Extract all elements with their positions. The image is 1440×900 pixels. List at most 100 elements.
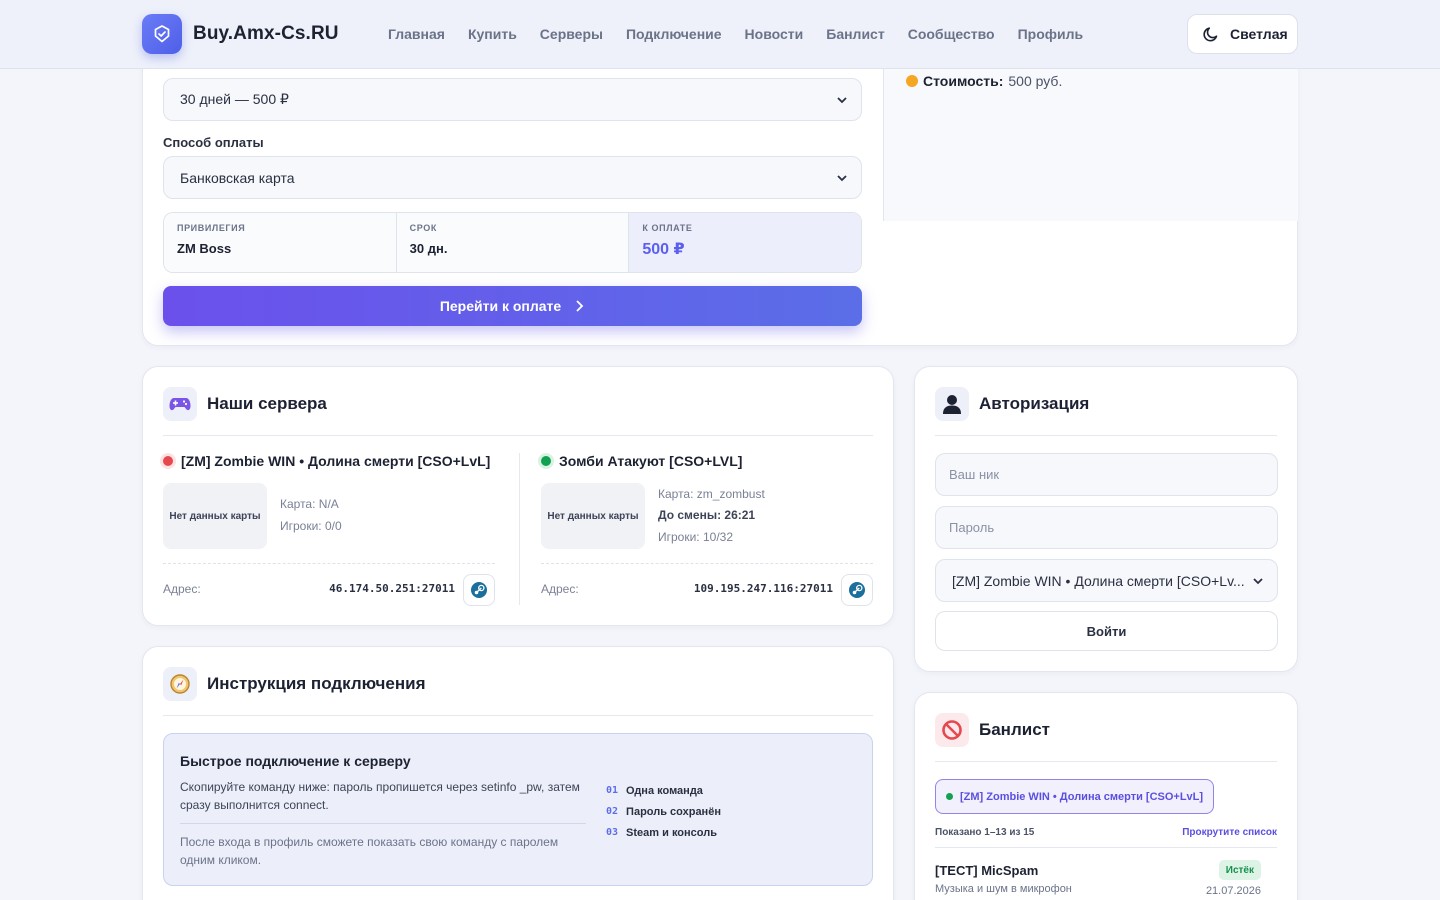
ban-player-name: [TECT] MicSpam <box>935 863 1039 878</box>
step-label: Steam и консоль <box>626 826 717 839</box>
server-address[interactable]: 46.174.50.251:27011 <box>329 582 455 595</box>
summary-term: СРОК 30 дн. <box>396 213 630 272</box>
server-change-timer: До смены: 26:21 <box>658 508 756 522</box>
password-input[interactable]: Пароль <box>935 506 1278 549</box>
divider <box>935 435 1277 436</box>
summary-term-value: 30 дн. <box>409 241 448 256</box>
nav-servers[interactable]: Серверы <box>540 26 603 42</box>
banlist-count: Показано 1–13 из 15 <box>935 827 1035 838</box>
nav-banlist[interactable]: Банлист <box>826 26 884 42</box>
divider <box>163 563 495 564</box>
login-button[interactable]: Войти <box>935 611 1278 651</box>
nav-community[interactable]: Сообщество <box>908 26 995 42</box>
status-offline-dot <box>163 456 173 466</box>
status-online-dot <box>541 456 551 466</box>
theme-toggle-button[interactable]: Светлая <box>1187 14 1298 54</box>
banlist-card-header: Банлист <box>935 713 1050 747</box>
map-preview: Нет данных карты <box>541 483 645 549</box>
divider <box>180 823 586 824</box>
summary-privilege-key: ПРИВИЛЕГИЯ <box>177 223 246 233</box>
steam-connect-button[interactable] <box>841 574 873 606</box>
ban-reason: Музыка и шум в микрофон <box>935 883 1072 895</box>
prohibited-icon <box>935 713 969 747</box>
coin-icon <box>906 75 918 87</box>
step-label: Одна команда <box>626 784 703 797</box>
servers-title: Наши сервера <box>207 394 327 413</box>
summary-total-value: 500 ₽ <box>642 241 685 258</box>
cost-line: Стоимость: 500 руб. <box>906 73 1062 89</box>
ban-status-badge: Истёк <box>1218 860 1261 880</box>
steam-connect-button[interactable] <box>463 574 495 606</box>
nav-home[interactable]: Главная <box>388 26 445 42</box>
nav-profile[interactable]: Профиль <box>1018 26 1084 42</box>
nickname-placeholder: Ваш ник <box>949 467 1000 482</box>
divider <box>163 435 873 436</box>
ban-date: 21.07.2026 <box>1205 885 1261 897</box>
quick-connect-note: После входа в профиль сможете показать с… <box>180 835 559 867</box>
address-label: Адрес: <box>541 582 579 596</box>
divider <box>519 453 520 605</box>
chevron-down-icon <box>1253 578 1263 585</box>
brand-name[interactable]: Buy.Amx-Cs.RU <box>193 23 339 45</box>
order-summary: ПРИВИЛЕГИЯ ZM Boss СРОК 30 дн. К ОПЛАТЕ … <box>163 212 862 273</box>
logo[interactable] <box>142 14 182 54</box>
go-to-payment-button[interactable]: Перейти к оплате <box>163 286 862 326</box>
summary-privilege: ПРИВИЛЕГИЯ ZM Boss <box>164 213 397 272</box>
payment-method-label: Способ оплаты <box>163 135 264 150</box>
server-card: Зомби Атакуют [CSO+LVL] Нет данных карты… <box>541 453 873 606</box>
cost-label: Стоимость: <box>923 73 1004 89</box>
theme-toggle-label: Светлая <box>1230 26 1288 42</box>
nickname-input[interactable]: Ваш ник <box>935 453 1278 496</box>
period-select-value: 30 дней — 500 ₽ <box>180 91 289 107</box>
nav-connect[interactable]: Подключение <box>626 26 722 42</box>
server-title: Зомби Атакуют [CSO+LVL] <box>541 453 873 469</box>
status-online-dot <box>946 793 953 800</box>
server-address[interactable]: 109.195.247.116:27011 <box>694 582 833 595</box>
nav-buy[interactable]: Купить <box>468 26 517 42</box>
instructions-card-header: Инструкция подключения <box>163 667 426 701</box>
summary-total: К ОПЛАТЕ 500 ₽ <box>629 213 861 272</box>
banlist-title: Банлист <box>979 720 1050 739</box>
divider <box>541 563 873 564</box>
step-item: 01 Одна команда <box>606 780 721 801</box>
chevron-right-icon <box>576 300 584 312</box>
server-name: Зомби Атакуют [CSO+LVL] <box>559 453 743 469</box>
connect-steps: 01 Одна команда 02 Пароль сохранён 03 St… <box>606 780 721 843</box>
connection-instructions-card: Инструкция подключения Быстрое подключен… <box>142 646 894 900</box>
banlist-scroll-hint[interactable]: Прокрутите список <box>1182 827 1277 838</box>
banlist-server-filter[interactable]: [ZM] Zombie WIN • Долина смерти [CSO+LvL… <box>935 779 1215 814</box>
servers-card: Наши сервера [ZM] Zombie WIN • Долина см… <box>142 366 894 626</box>
site-header: Buy.Amx-Cs.RU Главная Купить Серверы Под… <box>0 0 1440 69</box>
cost-value: 500 руб. <box>1008 73 1063 89</box>
banlist-card: Банлист [ZM] Zombie WIN • Долина смерти … <box>914 692 1298 900</box>
instructions-title: Инструкция подключения <box>207 674 426 693</box>
period-select[interactable]: 30 дней — 500 ₽ <box>163 78 862 121</box>
banlist-server-name: [ZM] Zombie WIN • Долина смерти [CSO+LvL… <box>960 790 1204 803</box>
server-map: Карта: N/A <box>280 497 339 511</box>
step-number: 01 <box>606 785 619 796</box>
step-label: Пароль сохранён <box>626 805 721 818</box>
payment-method-select[interactable]: Банковская карта <box>163 156 862 199</box>
purchase-card: 30 дней — 500 ₽ Способ оплаты Банковская… <box>142 30 1298 346</box>
auth-title: Авторизация <box>979 394 1090 413</box>
steam-icon <box>471 582 487 598</box>
step-number: 02 <box>606 806 619 817</box>
divider <box>935 847 1277 848</box>
server-map: Карта: zm_zombust <box>658 487 765 501</box>
step-number: 03 <box>606 827 619 838</box>
divider <box>163 715 873 716</box>
server-name: [ZM] Zombie WIN • Долина смерти [CSO+LvL… <box>181 453 491 469</box>
summary-term-key: СРОК <box>409 223 437 233</box>
login-label: Войти <box>1086 623 1127 639</box>
shield-check-icon <box>154 25 170 43</box>
go-to-payment-label: Перейти к оплате <box>439 298 562 314</box>
quick-connect-title: Быстрое подключение к серверу <box>180 753 411 769</box>
summary-privilege-value: ZM Boss <box>177 241 232 256</box>
main-nav: Главная Купить Серверы Подключение Новос… <box>388 26 1083 42</box>
auth-server-select[interactable]: [ZM] Zombie WIN • Долина смерти [CSO+Lv.… <box>935 559 1278 602</box>
map-preview: Нет данных карты <box>163 483 267 549</box>
servers-card-header: Наши сервера <box>163 387 327 421</box>
nav-news[interactable]: Новости <box>745 26 804 42</box>
quick-connect-box: Быстрое подключение к серверу Скопируйте… <box>163 733 873 886</box>
step-item: 02 Пароль сохранён <box>606 801 721 822</box>
